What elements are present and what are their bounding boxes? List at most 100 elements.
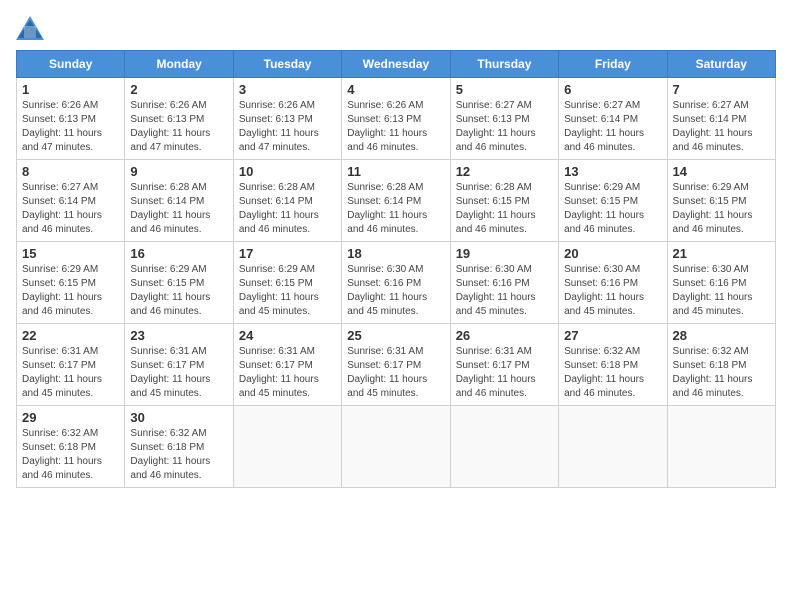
day-info: Sunrise: 6:30 AMSunset: 6:16 PMDaylight:… — [456, 263, 553, 319]
day-header-friday: Friday — [559, 51, 667, 78]
day-info: Sunrise: 6:29 AMSunset: 6:15 PMDaylight:… — [564, 181, 661, 237]
day-number: 17 — [239, 246, 336, 261]
calendar-cell: 1Sunrise: 6:26 AMSunset: 6:13 PMDaylight… — [17, 78, 125, 160]
calendar-cell — [342, 406, 450, 488]
day-number: 28 — [673, 328, 770, 343]
day-info: Sunrise: 6:27 AMSunset: 6:14 PMDaylight:… — [564, 99, 661, 155]
calendar-cell: 6 Sunrise: 6:27 AMSunset: 6:14 PMDaylight… — [559, 78, 667, 160]
day-info: Sunrise: 6:31 AMSunset: 6:17 PMDaylight:… — [130, 345, 227, 401]
day-info: Sunrise: 6:30 AMSunset: 6:16 PMDaylight:… — [673, 263, 770, 319]
calendar-cell: 21 Sunrise: 6:30 AMSunset: 6:16 PMDayligh… — [667, 242, 775, 324]
day-number: 2 — [130, 82, 227, 97]
calendar-cell: 16 Sunrise: 6:29 AMSunset: 6:15 PMDayligh… — [125, 242, 233, 324]
day-number: 1 — [22, 82, 119, 97]
calendar-cell: 18 Sunrise: 6:30 AMSunset: 6:16 PMDayligh… — [342, 242, 450, 324]
calendar-cell: 30 Sunrise: 6:32 AMSunset: 6:18 PMDayligh… — [125, 406, 233, 488]
day-info: Sunrise: 6:27 AMSunset: 6:13 PMDaylight:… — [456, 99, 553, 155]
day-header-wednesday: Wednesday — [342, 51, 450, 78]
calendar-cell: 23 Sunrise: 6:31 AMSunset: 6:17 PMDayligh… — [125, 324, 233, 406]
calendar-week-row: 15 Sunrise: 6:29 AMSunset: 6:15 PMDayligh… — [17, 242, 776, 324]
day-info: Sunrise: 6:27 AMSunset: 6:14 PMDaylight:… — [22, 181, 119, 237]
day-number: 12 — [456, 164, 553, 179]
calendar-cell: 2Sunrise: 6:26 AMSunset: 6:13 PMDaylight… — [125, 78, 233, 160]
calendar-header-row: SundayMondayTuesdayWednesdayThursdayFrid… — [17, 51, 776, 78]
day-header-sunday: Sunday — [17, 51, 125, 78]
calendar-cell: 15 Sunrise: 6:29 AMSunset: 6:15 PMDayligh… — [17, 242, 125, 324]
day-info: Sunrise: 6:29 AMSunset: 6:15 PMDaylight:… — [239, 263, 336, 319]
calendar-cell: 12Sunrise: 6:28 AMSunset: 6:15 PMDayligh… — [450, 160, 558, 242]
day-number: 19 — [456, 246, 553, 261]
calendar-cell: 19 Sunrise: 6:30 AMSunset: 6:16 PMDayligh… — [450, 242, 558, 324]
day-number: 25 — [347, 328, 444, 343]
day-info: Sunrise: 6:32 AMSunset: 6:18 PMDaylight:… — [130, 427, 227, 483]
calendar-cell: 28 Sunrise: 6:32 AMSunset: 6:18 PMDayligh… — [667, 324, 775, 406]
calendar-cell: 14Sunrise: 6:29 AMSunset: 6:15 PMDayligh… — [667, 160, 775, 242]
day-number: 26 — [456, 328, 553, 343]
calendar-table: SundayMondayTuesdayWednesdayThursdayFrid… — [16, 50, 776, 488]
day-number: 9 — [130, 164, 227, 179]
calendar-week-row: 8 Sunrise: 6:27 AMSunset: 6:14 PMDaylight… — [17, 160, 776, 242]
day-info: Sunrise: 6:28 AMSunset: 6:14 PMDaylight:… — [130, 181, 227, 237]
logo — [16, 16, 48, 40]
day-info: Sunrise: 6:30 AMSunset: 6:16 PMDaylight:… — [564, 263, 661, 319]
calendar-week-row: 29 Sunrise: 6:32 AMSunset: 6:18 PMDayligh… — [17, 406, 776, 488]
day-number: 16 — [130, 246, 227, 261]
calendar-cell: 25 Sunrise: 6:31 AMSunset: 6:17 PMDayligh… — [342, 324, 450, 406]
day-info: Sunrise: 6:31 AMSunset: 6:17 PMDaylight:… — [347, 345, 444, 401]
day-number: 27 — [564, 328, 661, 343]
calendar-cell — [667, 406, 775, 488]
day-number: 8 — [22, 164, 119, 179]
day-number: 20 — [564, 246, 661, 261]
day-number: 6 — [564, 82, 661, 97]
day-info: Sunrise: 6:28 AMSunset: 6:14 PMDaylight:… — [347, 181, 444, 237]
day-number: 29 — [22, 410, 119, 425]
calendar-cell: 26 Sunrise: 6:31 AMSunset: 6:17 PMDayligh… — [450, 324, 558, 406]
day-info: Sunrise: 6:26 AMSunset: 6:13 PMDaylight:… — [347, 99, 444, 155]
day-number: 14 — [673, 164, 770, 179]
day-number: 24 — [239, 328, 336, 343]
logo-icon — [16, 16, 44, 40]
day-number: 7 — [673, 82, 770, 97]
calendar-cell: 11 Sunrise: 6:28 AMSunset: 6:14 PMDayligh… — [342, 160, 450, 242]
day-info: Sunrise: 6:26 AMSunset: 6:13 PMDaylight:… — [239, 99, 336, 155]
calendar-cell: 22 Sunrise: 6:31 AMSunset: 6:17 PMDayligh… — [17, 324, 125, 406]
calendar-cell: 8 Sunrise: 6:27 AMSunset: 6:14 PMDaylight… — [17, 160, 125, 242]
day-number: 23 — [130, 328, 227, 343]
day-info: Sunrise: 6:32 AMSunset: 6:18 PMDaylight:… — [673, 345, 770, 401]
calendar-cell: 10 Sunrise: 6:28 AMSunset: 6:14 PMDayligh… — [233, 160, 341, 242]
day-header-tuesday: Tuesday — [233, 51, 341, 78]
header — [16, 16, 776, 40]
day-number: 10 — [239, 164, 336, 179]
day-header-saturday: Saturday — [667, 51, 775, 78]
day-info: Sunrise: 6:29 AMSunset: 6:15 PMDaylight:… — [130, 263, 227, 319]
day-number: 13 — [564, 164, 661, 179]
calendar-cell: 5 Sunrise: 6:27 AMSunset: 6:13 PMDaylight… — [450, 78, 558, 160]
calendar-cell: 4 Sunrise: 6:26 AMSunset: 6:13 PMDaylight… — [342, 78, 450, 160]
day-info: Sunrise: 6:32 AMSunset: 6:18 PMDaylight:… — [564, 345, 661, 401]
day-number: 18 — [347, 246, 444, 261]
day-header-monday: Monday — [125, 51, 233, 78]
calendar-cell: 27 Sunrise: 6:32 AMSunset: 6:18 PMDayligh… — [559, 324, 667, 406]
day-number: 3 — [239, 82, 336, 97]
calendar-cell: 17 Sunrise: 6:29 AMSunset: 6:15 PMDayligh… — [233, 242, 341, 324]
day-number: 21 — [673, 246, 770, 261]
day-info: Sunrise: 6:27 AMSunset: 6:14 PMDaylight:… — [673, 99, 770, 155]
day-number: 4 — [347, 82, 444, 97]
calendar-cell: 20 Sunrise: 6:30 AMSunset: 6:16 PMDayligh… — [559, 242, 667, 324]
day-number: 30 — [130, 410, 227, 425]
calendar-cell: 7 Sunrise: 6:27 AMSunset: 6:14 PMDaylight… — [667, 78, 775, 160]
calendar-cell: 9 Sunrise: 6:28 AMSunset: 6:14 PMDaylight… — [125, 160, 233, 242]
calendar-week-row: 1 Sunrise: 6:26 AMSunset: 6:13 PMDaylight… — [17, 78, 776, 160]
day-number: 15 — [22, 246, 119, 261]
day-info: Sunrise: 6:28 AMSunset: 6:14 PMDaylight:… — [239, 181, 336, 237]
day-header-thursday: Thursday — [450, 51, 558, 78]
day-info: Sunrise: 6:29 AMSunset: 6:15 PMDaylight:… — [22, 263, 119, 319]
calendar-cell — [233, 406, 341, 488]
day-number: 22 — [22, 328, 119, 343]
day-info: Sunrise: 6:31 AMSunset: 6:17 PMDaylight:… — [456, 345, 553, 401]
calendar-cell — [450, 406, 558, 488]
day-info: Sunrise: 6:31 AMSunset: 6:17 PMDaylight:… — [22, 345, 119, 401]
day-number: 11 — [347, 164, 444, 179]
day-number: 5 — [456, 82, 553, 97]
day-info: Sunrise: 6:30 AMSunset: 6:16 PMDaylight:… — [347, 263, 444, 319]
